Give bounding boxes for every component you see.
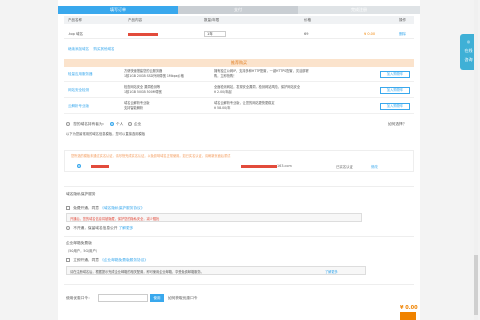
col-product-content: 产品内容 — [128, 18, 142, 22]
recommend-name[interactable]: 云解析专业版 — [68, 104, 89, 109]
privacy-checkbox[interactable] — [66, 206, 70, 210]
table-header: 产品名称 产品内容 数量/年限 价格 操作 — [64, 16, 414, 24]
name-redacted — [91, 165, 109, 168]
divider — [64, 284, 414, 285]
add-to-cart-button[interactable]: 加入购物车 — [380, 71, 410, 78]
privacy-agreement-link[interactable]: 《域名隐私保护服务协议》 — [100, 206, 144, 210]
recommend-desc-right: 全面检测网站，发现安全漏洞，检测网站风险，保护网站安全 ¥ 2.00/年起 — [214, 85, 300, 95]
step-complete: 完成注册 — [298, 6, 420, 14]
extra-links: 继续添加域名 购买其他域名 — [68, 47, 114, 52]
years-select[interactable]: 1年 — [204, 31, 226, 37]
total-price: ¥ 0.00 — [400, 305, 418, 311]
privacy-option: 免费开通，同意 《域名隐私保护服务协议》 — [66, 206, 144, 211]
coupon-help-link[interactable]: 如何获取优惠口令 — [168, 296, 198, 301]
person-label: 个人 — [115, 122, 124, 126]
company-label: 企业 — [133, 122, 142, 126]
submit-order-button[interactable] — [400, 312, 416, 320]
desc-line: 支持智能解析 — [124, 106, 144, 110]
email-option-label: 立即开通，同意 — [73, 258, 99, 262]
scrollbar[interactable] — [474, 0, 478, 320]
email-learn-more-link[interactable]: 了解更多 — [325, 269, 338, 274]
step-payment: 支付 — [178, 6, 298, 14]
divider — [64, 236, 414, 237]
radio-owner[interactable] — [66, 122, 72, 126]
coupon-label: 使用优惠口令： — [66, 296, 92, 300]
owner-label: 您的域名持有者为： — [73, 122, 107, 126]
privacy-title: 域名隐私保护服务 — [66, 192, 96, 196]
privacy-desc: 开通后，您的域名信息将被隐藏，保护您的隐私安全，减少骚扰 — [70, 217, 160, 221]
recommend-desc-left: 方便快速搭建您的云服务器 1核1GB 20GB SSD外网带宽 1Mbps价格 — [124, 69, 184, 79]
privacy-option-2-label: 不开通，保留域名信息公开 — [73, 226, 118, 230]
desc-line: 购，立即抢购！ — [214, 74, 237, 78]
privacy-desc-box: 开通后，您的域名信息将被隐藏，保护您的隐私安全，减少骚扰 — [66, 213, 362, 222]
recommend-desc-left: 检查网站安全 漏洞检测等 1核1GB 50GB 500M带宽 — [124, 85, 162, 95]
email-title: 企业邮箱免费版 — [66, 241, 92, 245]
desc-line: 1核1GB 50GB 500M带宽 — [124, 90, 162, 94]
recommend-item: 云解析专业版 域名云解析专业版 支持智能解析 域名云解析专业版，让您的网站更快更… — [64, 100, 414, 114]
col-product-name: 产品名称 — [68, 18, 82, 22]
years-value: 1年 — [207, 32, 213, 36]
email-option: 立即开通，同意 《企业邮箱免费版服务协议》 — [66, 258, 148, 263]
coupon-input[interactable] — [98, 294, 148, 302]
delete-link[interactable]: 删除 — [399, 32, 406, 37]
email-checkbox[interactable] — [66, 258, 70, 262]
recommend-name[interactable]: 网站安全检测 — [68, 88, 89, 93]
scrollbar-thumb[interactable] — [474, 255, 478, 315]
desc-line: ¥ 58.00/年 — [214, 106, 231, 110]
email-desc-box: 请在注册域名后，根据提示完成企业邮箱的相关配置，即可使用企业邮箱，享受免费邮箱服… — [66, 266, 366, 275]
email-domain: 163.com — [277, 164, 292, 168]
step-fill-order: 填写订单 — [58, 6, 182, 14]
recommend-item: 轻量应用服务器 方便快速搭建您的云服务器 1核1GB 20GB SSD外网带宽 … — [64, 68, 414, 82]
recommend-desc-right: 域名云解析专业版，让您的网站更快更稳定 ¥ 58.00/年 — [214, 101, 275, 111]
recommend-desc-left: 域名云解析专业版 支持智能解析 — [124, 101, 150, 111]
owner-type-row: 您的域名持有者为： 个人 企业 — [66, 122, 141, 127]
old-price: 69 — [304, 32, 309, 36]
recommend-title: 推荐购买 — [64, 59, 414, 67]
email-agreement-link[interactable]: 《企业邮箱免费版服务协议》 — [100, 258, 148, 262]
col-quantity: 数量/年限 — [204, 18, 220, 22]
notice-warning: 您所选的模板未通过实名认证，请尽快完成实名认证，以免影响域名正常使用。如已实名认… — [71, 154, 231, 158]
divider — [64, 186, 414, 187]
privacy-option-2: 不开通，保留域名信息公开 了解更多 — [66, 226, 133, 231]
template-notice: 您所选的模板未通过实名认证，请尽快完成实名认证，以免影响域名正常使用。如已实名认… — [64, 150, 414, 172]
verify-status: 已实名认证 — [336, 165, 353, 169]
radio-icon — [66, 122, 70, 126]
add-to-cart-button[interactable]: 加入购物车 — [380, 103, 410, 110]
desc-line: ¥ 2.00/年起 — [214, 90, 232, 94]
buy-other-link[interactable]: 购买其他域名 — [93, 47, 114, 51]
email-sub: （50用户，5G/用户） — [66, 249, 100, 253]
privacy-radio[interactable] — [66, 226, 70, 230]
coupon-apply-button[interactable]: 使用 — [150, 294, 164, 302]
col-action: 操作 — [399, 18, 406, 22]
owner-hint: 以下为您最常用的域名信息模板，您可以直接选用模板 — [66, 132, 146, 136]
radio-selected-icon — [109, 122, 114, 126]
domain-name-redacted — [128, 33, 158, 36]
desc-line: 1核1GB 20GB SSD外网带宽 1Mbps价格 — [124, 74, 184, 78]
how-to-choose-link[interactable]: 如何选择？ — [388, 122, 406, 127]
radio-person[interactable]: 个人 — [109, 122, 124, 126]
price: ¥ 0.00 — [364, 32, 376, 36]
product-name: .top 域名 — [68, 32, 83, 36]
privacy-learn-more-link[interactable]: 了解更多 — [119, 226, 134, 230]
radio-company[interactable]: 企业 — [127, 122, 142, 126]
col-price: 价格 — [304, 18, 311, 22]
email-redacted — [241, 165, 277, 168]
privacy-option-label: 免费开通，同意 — [73, 206, 99, 210]
progress-steps: 填写订单 支付 完成注册 — [58, 6, 420, 14]
table-row: .top 域名 1年 69 ¥ 0.00 删除 — [64, 29, 414, 39]
email-desc: 请在注册域名后，根据提示完成企业邮箱的相关配置，即可使用企业邮箱，享受免费邮箱服… — [70, 270, 204, 274]
radio-icon — [127, 122, 132, 126]
recommend-item: 网站安全检测 检查网站安全 漏洞检测等 1核1GB 50GB 500M带宽 全面… — [64, 84, 414, 98]
template-radio[interactable] — [77, 164, 81, 168]
recommend-desc-right: 拥有独立公网IP，支持多种HTTP配置，一键HTTPS配置，灵活部署 购，立即抢… — [214, 69, 309, 79]
modify-link[interactable]: 修改 — [371, 164, 378, 169]
order-page: 填写订单 支付 完成注册 产品名称 产品内容 数量/年限 价格 操作 .top … — [58, 0, 420, 320]
add-to-cart-button[interactable]: 加入购物车 — [380, 87, 410, 94]
add-domain-link[interactable]: 继续添加域名 — [68, 47, 89, 51]
recommend-name[interactable]: 轻量应用服务器 — [68, 72, 93, 77]
